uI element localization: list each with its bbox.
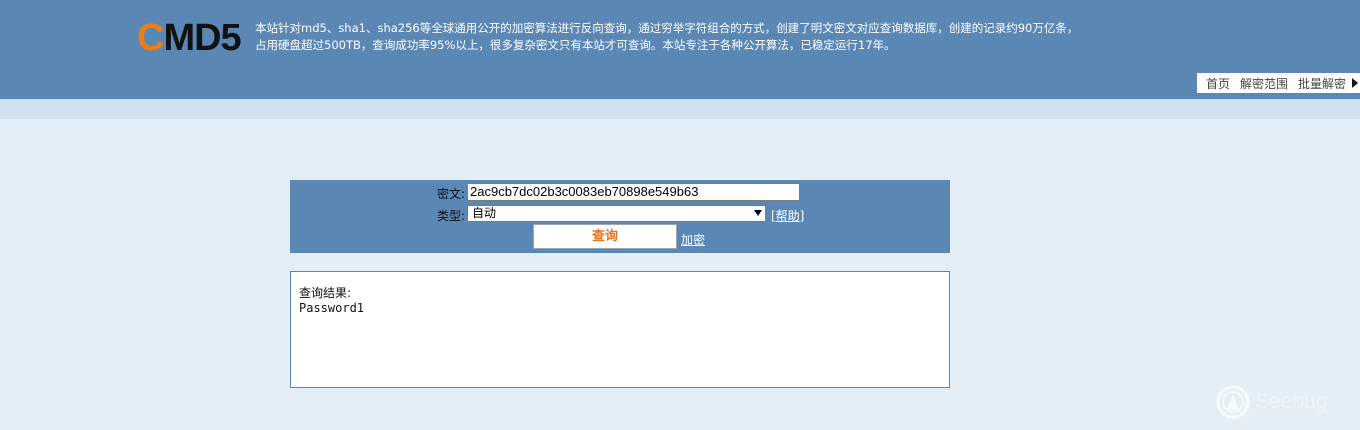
seebug-watermark: Seebug xyxy=(1215,384,1327,420)
nav-decrypt-range[interactable]: 解密范围 xyxy=(1235,75,1293,92)
seebug-logo-icon xyxy=(1216,385,1250,419)
watermark-text: Seebug xyxy=(1255,390,1328,413)
header-bar: CMD5 本站针对md5、sha1、sha256等全球通用公开的加密算法进行反向… xyxy=(0,0,1360,99)
chevron-down-icon xyxy=(754,210,762,216)
header-sub-band xyxy=(0,99,1360,119)
cipher-input[interactable]: 2ac9cb7dc02b3c0083eb70898e549b63 xyxy=(467,183,800,201)
nav-batch-decrypt[interactable]: 批量解密 xyxy=(1293,75,1351,92)
encrypt-link[interactable]: 加密 xyxy=(681,231,705,248)
query-form: 密文: 2ac9cb7dc02b3c0083eb70898e549b63 类型:… xyxy=(290,180,950,253)
play-arrow-icon[interactable] xyxy=(1352,78,1358,88)
cipher-label: 密文: xyxy=(436,187,465,201)
type-select[interactable]: 自动 xyxy=(467,205,766,222)
top-nav: 首页 解密范围 批量解密 xyxy=(1196,73,1360,93)
help-link[interactable]: [帮助] xyxy=(771,207,804,224)
site-description-line-2: 占用硬盘超过500TB，查询成功率95%以上，很多复杂密文只有本站才可查询。本站… xyxy=(255,38,896,52)
result-value: Password1 xyxy=(299,301,365,315)
logo[interactable]: CMD5 xyxy=(137,17,242,59)
result-label: 查询结果: xyxy=(299,286,352,300)
nav-home[interactable]: 首页 xyxy=(1201,75,1235,92)
type-label: 类型: xyxy=(436,209,465,223)
site-description-line-1: 本站针对md5、sha1、sha256等全球通用公开的加密算法进行反向查询，通过… xyxy=(255,21,1079,35)
result-box: 查询结果: Password1 xyxy=(290,271,950,388)
type-select-value: 自动 xyxy=(472,206,497,220)
logo-text: MD5 xyxy=(163,17,241,59)
query-button[interactable]: 查询 xyxy=(533,224,677,249)
site-description: 本站针对md5、sha1、sha256等全球通用公开的加密算法进行反向查询，通过… xyxy=(255,20,1135,54)
logo-letter-c: C xyxy=(137,17,164,59)
